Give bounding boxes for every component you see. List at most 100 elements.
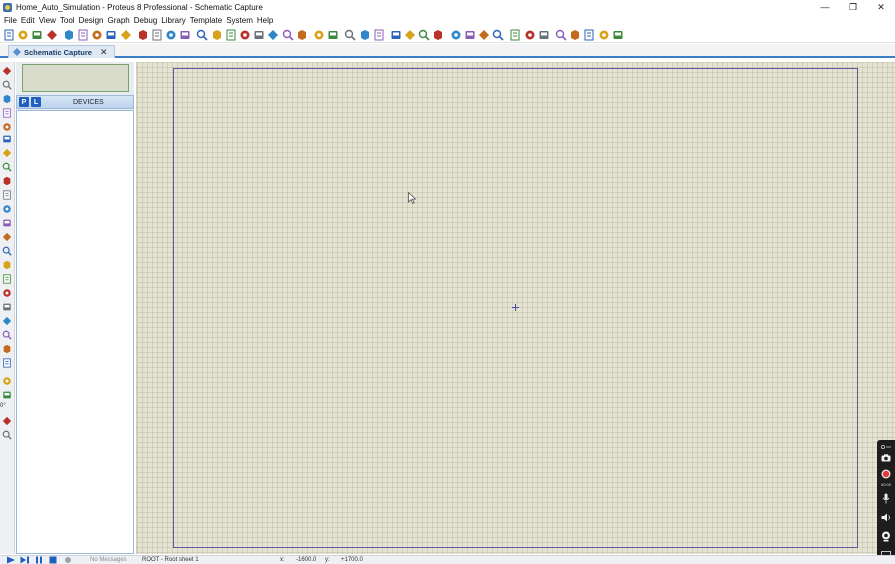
pick-device-icon[interactable] xyxy=(450,29,462,41)
mirror-x-icon[interactable] xyxy=(2,416,12,426)
menu-tool[interactable]: Tool xyxy=(58,16,77,25)
menu-design[interactable]: Design xyxy=(77,16,106,25)
wire-label-icon[interactable] xyxy=(2,108,12,118)
zoom-all-icon[interactable] xyxy=(282,29,294,41)
rotate-ccw-icon[interactable] xyxy=(2,390,12,400)
tab-close-icon[interactable]: ✕ xyxy=(100,47,108,58)
play-icon[interactable] xyxy=(6,556,16,564)
import-icon[interactable] xyxy=(46,29,58,41)
library-manager-button[interactable]: L xyxy=(31,97,41,107)
netlist-icon[interactable] xyxy=(555,29,567,41)
grid-toggle-icon[interactable] xyxy=(211,29,223,41)
zoom-in-icon[interactable] xyxy=(253,29,265,41)
menu-edit[interactable]: Edit xyxy=(19,16,37,25)
text-script-icon[interactable] xyxy=(2,122,12,132)
webcam-icon[interactable] xyxy=(880,530,892,542)
print-icon[interactable] xyxy=(120,29,132,41)
line-icon[interactable] xyxy=(2,260,12,270)
erc-icon[interactable] xyxy=(583,29,595,41)
undo-icon[interactable] xyxy=(313,29,325,41)
menu-library[interactable]: Library xyxy=(159,16,187,25)
zoom-area-icon[interactable] xyxy=(105,29,117,41)
arc-icon[interactable] xyxy=(2,302,12,312)
marker-icon[interactable] xyxy=(2,358,12,368)
pick-devices-button[interactable]: P xyxy=(19,97,29,107)
tab-schematic-capture[interactable]: Schematic Capture ✕ xyxy=(8,45,115,58)
minimize-button[interactable]: — xyxy=(811,0,839,14)
help-icon[interactable] xyxy=(179,29,191,41)
buses-icon[interactable] xyxy=(2,134,12,144)
make-device-icon[interactable] xyxy=(464,29,476,41)
open-folder-icon[interactable] xyxy=(17,29,29,41)
block-rotate-icon[interactable] xyxy=(418,29,430,41)
menu-file[interactable]: File xyxy=(2,16,19,25)
close-doc-icon[interactable] xyxy=(165,29,177,41)
tape-recorder-icon[interactable] xyxy=(2,204,12,214)
cut-icon[interactable] xyxy=(344,29,356,41)
speaker-icon[interactable] xyxy=(880,511,892,523)
menu-graph[interactable]: Graph xyxy=(105,16,131,25)
terminals-icon[interactable] xyxy=(2,162,12,172)
camera-icon[interactable] xyxy=(880,452,892,464)
menu-template[interactable]: Template xyxy=(188,16,224,25)
overview-window[interactable] xyxy=(22,64,129,92)
package-icon[interactable] xyxy=(478,29,490,41)
virtual-instruments-icon[interactable] xyxy=(2,246,12,256)
block-copy-icon[interactable] xyxy=(390,29,402,41)
search-icon[interactable] xyxy=(524,29,536,41)
block-delete-icon[interactable] xyxy=(432,29,444,41)
grid-icon[interactable] xyxy=(137,29,149,41)
zoom-fit-icon[interactable] xyxy=(296,29,308,41)
junction-icon[interactable] xyxy=(2,94,12,104)
schematic-canvas[interactable] xyxy=(136,62,895,554)
back-icon[interactable] xyxy=(91,29,103,41)
bom-icon[interactable] xyxy=(569,29,581,41)
subcircuit-icon[interactable] xyxy=(2,148,12,158)
paste-icon[interactable] xyxy=(373,29,385,41)
menu-system[interactable]: System xyxy=(224,16,255,25)
menu-debug[interactable]: Debug xyxy=(132,16,160,25)
new-file-icon[interactable] xyxy=(3,29,15,41)
refresh-icon[interactable] xyxy=(196,29,209,41)
device-list[interactable] xyxy=(16,110,134,554)
redo-icon[interactable] xyxy=(327,29,339,41)
zoom-out-icon[interactable] xyxy=(267,29,279,41)
maximize-button[interactable]: ❐ xyxy=(839,0,867,14)
save-icon[interactable] xyxy=(31,29,43,41)
pause-icon[interactable] xyxy=(34,556,44,564)
design-explorer-icon[interactable] xyxy=(612,29,624,41)
mirror-y-icon[interactable] xyxy=(2,430,12,440)
graph-icon[interactable] xyxy=(2,190,12,200)
stop-icon[interactable] xyxy=(48,556,58,564)
paste-icon[interactable] xyxy=(151,29,163,41)
record-icon[interactable] xyxy=(880,468,892,480)
block-move-icon[interactable] xyxy=(404,29,416,41)
generator-icon[interactable] xyxy=(2,218,12,228)
path-icon[interactable] xyxy=(2,316,12,326)
voltage-probe-icon[interactable] xyxy=(2,232,12,242)
menu-help[interactable]: Help xyxy=(255,16,275,25)
simulation-messages[interactable]: No Messages xyxy=(90,557,127,563)
rotate-cw-icon[interactable] xyxy=(2,376,12,386)
symbol-icon[interactable] xyxy=(2,344,12,354)
property-assign-icon[interactable] xyxy=(538,29,550,41)
circle-icon[interactable] xyxy=(2,288,12,298)
selection-icon[interactable] xyxy=(2,66,12,76)
library-icon[interactable] xyxy=(63,29,75,41)
rotation-value[interactable]: 0° xyxy=(0,403,6,409)
copy-icon[interactable] xyxy=(359,29,371,41)
microphone-icon[interactable] xyxy=(880,492,892,504)
pan-icon[interactable] xyxy=(239,29,251,41)
step-icon[interactable] xyxy=(20,556,30,564)
component-mode-icon[interactable] xyxy=(2,80,12,90)
close-button[interactable]: ✕ xyxy=(867,0,895,14)
box-icon[interactable] xyxy=(2,274,12,284)
pcb-icon[interactable] xyxy=(598,29,610,41)
origin-icon[interactable] xyxy=(225,29,237,41)
device-pins-icon[interactable] xyxy=(2,176,12,186)
menu-view[interactable]: View xyxy=(37,16,58,25)
wire-autorouter-icon[interactable] xyxy=(509,29,521,41)
component-icon[interactable] xyxy=(77,29,89,41)
text-icon[interactable] xyxy=(2,330,12,340)
decompose-icon[interactable] xyxy=(492,29,504,41)
